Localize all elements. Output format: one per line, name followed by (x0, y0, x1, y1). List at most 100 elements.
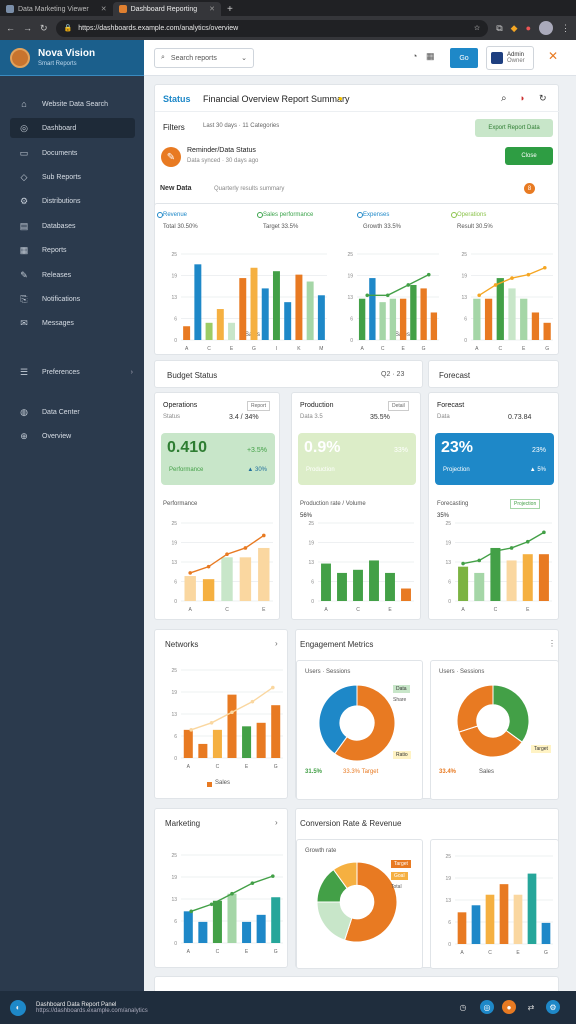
favicon-icon (118, 5, 127, 13)
refresh-icon[interactable]: ↻ (539, 93, 547, 104)
sidebar-item-documents[interactable]: ▭ Documents (10, 143, 135, 163)
profile-avatar[interactable] (539, 21, 553, 35)
help-icon[interactable]: ◔ (412, 51, 417, 61)
trend-point (230, 891, 234, 896)
export-button[interactable]: Export Report Data (475, 119, 553, 137)
bar (543, 322, 551, 340)
y-tick-label: 6 (174, 317, 177, 323)
search-icon[interactable]: ⌕ (501, 93, 507, 104)
sidebar-item-label: Dashboard (42, 124, 77, 132)
settings-icon[interactable]: ⚙ (546, 1000, 560, 1014)
y-tick-label: 13 (461, 295, 467, 301)
card-title: Operations (163, 402, 198, 409)
shuffle-icon[interactable]: ⇄ (524, 1000, 538, 1014)
brand-header[interactable]: Nova Vision Smart Reports (0, 40, 144, 76)
sidebar-item-dashboard[interactable]: ◎ Dashboard (10, 118, 135, 138)
close-button[interactable]: Close (505, 147, 553, 165)
extension-icon-3[interactable]: ● (526, 23, 531, 33)
forward-icon[interactable]: → (23, 23, 32, 33)
sidebar-item-messages[interactable]: ✉ Messages (10, 313, 135, 333)
sidebar-item-data-center[interactable]: ◍ Data Center (10, 402, 135, 422)
url-field[interactable]: 🔒 https://dashboards.example.com/analytic… (55, 19, 489, 37)
y-tick-label: 19 (308, 541, 314, 547)
chart-button[interactable]: Projection (510, 499, 541, 509)
close-icon[interactable]: ✕ (209, 5, 215, 13)
sidebar-item-databases[interactable]: ▤ Databases (10, 216, 135, 236)
user-role: Owner (507, 58, 525, 64)
donut-slice (456, 684, 494, 733)
sidebar-item-notifications[interactable]: ⎘ Notifications (10, 289, 135, 309)
card-button[interactable]: Report (247, 401, 271, 411)
x-tick-label: I (276, 346, 277, 352)
sidebar-item-website-data-search[interactable]: ⌂ Website Data Search (10, 94, 135, 114)
bar-chart-trend: 0 6 13 19 25 A C E G (461, 252, 553, 352)
user-menu[interactable]: Admin Owner (486, 46, 534, 70)
sidebar-item-sub-reports[interactable]: ◇ Sub Reports (10, 167, 135, 187)
kpi-delta: 23% (531, 447, 546, 454)
clock-icon[interactable]: ◷ (456, 1000, 470, 1014)
y-tick-label: 0 (448, 599, 451, 605)
more-icon[interactable]: ⋮ (548, 639, 556, 648)
card-button[interactable]: Detail (388, 401, 409, 411)
new-tab-button[interactable]: + (221, 2, 239, 16)
sidebar-item-distributions[interactable]: ⚙ Distributions (10, 191, 135, 211)
kpi-tile[interactable]: 23% 23% Projection ▲ 5% (435, 433, 554, 485)
x-tick-label: C (216, 764, 220, 770)
trend-point (510, 276, 514, 280)
grid-icon[interactable]: ▦ (426, 51, 435, 62)
bar (202, 579, 215, 601)
go-button[interactable]: Go (450, 48, 478, 68)
bar (420, 288, 427, 340)
chat-icon[interactable]: ◎ (480, 1000, 494, 1014)
kpi-tile[interactable]: 0.9% 33% Production (298, 433, 416, 485)
kpi-label: Projection (443, 467, 470, 473)
x-tick-label: C (356, 607, 360, 613)
chevron-right-icon[interactable]: › (275, 639, 278, 648)
filters-value[interactable]: Last 30 days · 11 Categories (203, 123, 279, 129)
tag: Goal (391, 872, 408, 880)
settings-icon[interactable]: ◑ (519, 93, 524, 103)
search-input[interactable]: ⌕ Search reports ⌄ (154, 48, 254, 68)
reload-icon[interactable]: ↻ (40, 23, 48, 34)
back-icon[interactable]: ← (6, 23, 15, 33)
extension-icon[interactable]: ⧉ (496, 23, 502, 34)
chevron-right-icon[interactable]: › (275, 818, 278, 827)
bar (239, 557, 252, 601)
trend-point (509, 546, 514, 550)
bar (522, 554, 533, 601)
trend-point (461, 561, 465, 566)
star-icon[interactable]: ☆ (474, 24, 480, 32)
menu-icon[interactable]: ⋮ (561, 23, 570, 34)
sidebar-item-reports[interactable]: ▦ Reports (10, 240, 135, 260)
kpi-trend: ▲ 30% (247, 467, 267, 473)
x-tick-label: C (381, 346, 385, 352)
period-select[interactable]: Q2 · 23 (381, 371, 404, 378)
legend-swatch (207, 782, 212, 787)
record-icon[interactable]: ● (502, 1000, 516, 1014)
x-tick-label: K (297, 346, 301, 352)
bar (317, 295, 325, 340)
sidebar-item-releases[interactable]: ✎ Releases (10, 265, 135, 285)
stat-label: Operations (457, 212, 487, 218)
sidebar-item-preferences[interactable]: ☰ Preferences › (10, 362, 135, 382)
browser-tab-active[interactable]: Dashboard Reporting ✕ (112, 2, 221, 16)
browser-tab[interactable]: Data Marketing Viewer ✕ (0, 2, 113, 16)
x-tick-label: A (187, 949, 191, 955)
engagement-title: Engagement Metrics (300, 640, 374, 649)
close-icon[interactable]: ✕ (101, 5, 107, 13)
bar-chart-revenue: 0 6 13 19 25 A C E G (445, 854, 553, 956)
trend-point (250, 881, 255, 885)
kpi-tile[interactable]: 0.410 +3.5% Performance ▲ 30% (161, 433, 275, 485)
sidebar-item-overview[interactable]: ⊕ Overview (10, 426, 135, 446)
bar (430, 312, 438, 340)
close-icon[interactable]: ✕ (548, 49, 558, 63)
bar (256, 914, 266, 943)
tag: Target (391, 860, 411, 868)
sidebar-item-label: Messages (42, 319, 74, 327)
start-icon[interactable]: ◐ (10, 999, 26, 1016)
card-subtitle: Data 3.5 (300, 414, 323, 420)
extension-icon-2[interactable]: ◆ (511, 23, 518, 34)
calendar-icon: ▦ (19, 244, 29, 255)
notification-badge[interactable]: 8 (524, 183, 535, 194)
tab-label: Data Marketing Viewer (18, 5, 89, 13)
